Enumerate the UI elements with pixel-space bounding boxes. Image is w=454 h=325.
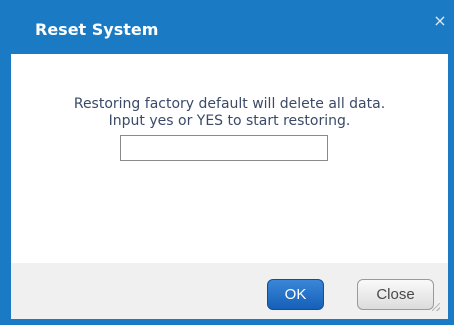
dialog-title: Reset System [35,20,159,39]
confirmation-input[interactable] [120,135,328,161]
message-line-2: Input yes or YES to start restoring. [108,113,351,129]
dialog-body: Restoring factory default will delete al… [11,54,448,263]
reset-system-dialog: Reset System × Restoring factory default… [0,0,454,325]
dialog-titlebar[interactable]: Reset System × [0,0,454,54]
resize-grip-icon[interactable] [432,303,440,311]
close-button[interactable]: Close [357,279,434,310]
ok-button[interactable]: OK [267,279,324,310]
message-line-1: Restoring factory default will delete al… [73,96,386,112]
dialog-message: Restoring factory default will delete al… [11,96,448,130]
close-icon[interactable]: × [432,13,448,29]
dialog-footer: OK Close [11,263,448,319]
